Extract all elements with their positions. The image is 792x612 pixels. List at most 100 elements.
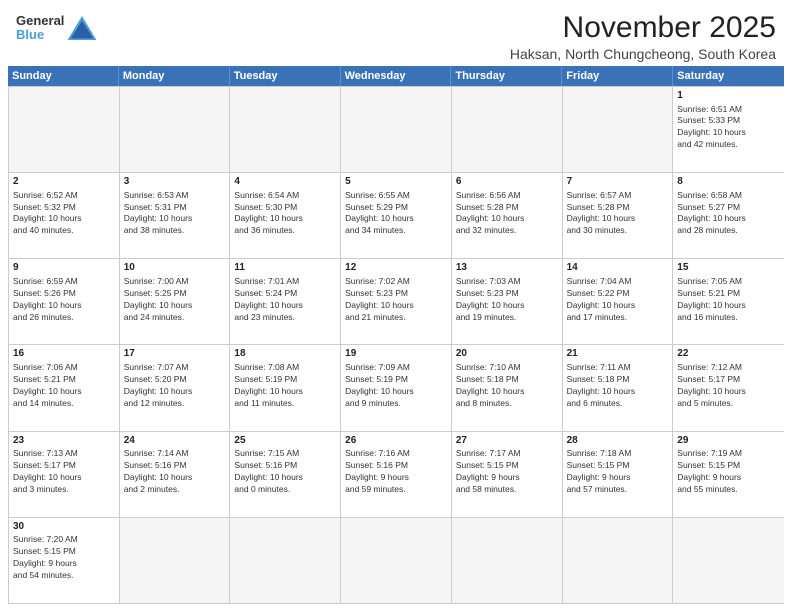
- day-info: Sunrise: 6:58 AM Sunset: 5:27 PM Dayligh…: [677, 190, 780, 238]
- calendar-row: 16Sunrise: 7:06 AM Sunset: 5:21 PM Dayli…: [9, 344, 784, 430]
- calendar-cell: 13Sunrise: 7:03 AM Sunset: 5:23 PM Dayli…: [452, 259, 563, 344]
- day-number: 15: [677, 261, 780, 275]
- day-number: 18: [234, 347, 336, 361]
- day-number: 29: [677, 434, 780, 448]
- day-info: Sunrise: 6:52 AM Sunset: 5:32 PM Dayligh…: [13, 190, 115, 238]
- day-info: Sunrise: 7:17 AM Sunset: 5:15 PM Dayligh…: [456, 448, 558, 496]
- day-info: Sunrise: 7:19 AM Sunset: 5:15 PM Dayligh…: [677, 448, 780, 496]
- day-number: 23: [13, 434, 115, 448]
- day-info: Sunrise: 7:13 AM Sunset: 5:17 PM Dayligh…: [13, 448, 115, 496]
- weekday-header-sunday: Sunday: [8, 66, 119, 86]
- calendar-row: 30Sunrise: 7:20 AM Sunset: 5:15 PM Dayli…: [9, 517, 784, 603]
- calendar-cell: 10Sunrise: 7:00 AM Sunset: 5:25 PM Dayli…: [120, 259, 231, 344]
- day-info: Sunrise: 7:01 AM Sunset: 5:24 PM Dayligh…: [234, 276, 336, 324]
- calendar-cell: [9, 87, 120, 172]
- calendar-row: 1Sunrise: 6:51 AM Sunset: 5:33 PM Daylig…: [9, 86, 784, 172]
- day-number: 9: [13, 261, 115, 275]
- calendar-cell: 20Sunrise: 7:10 AM Sunset: 5:18 PM Dayli…: [452, 345, 563, 430]
- calendar-cell: 4Sunrise: 6:54 AM Sunset: 5:30 PM Daylig…: [230, 173, 341, 258]
- day-info: Sunrise: 7:18 AM Sunset: 5:15 PM Dayligh…: [567, 448, 669, 496]
- day-info: Sunrise: 6:51 AM Sunset: 5:33 PM Dayligh…: [677, 104, 780, 152]
- day-info: Sunrise: 7:09 AM Sunset: 5:19 PM Dayligh…: [345, 362, 447, 410]
- calendar-cell: [341, 518, 452, 603]
- day-info: Sunrise: 7:14 AM Sunset: 5:16 PM Dayligh…: [124, 448, 226, 496]
- day-number: 25: [234, 434, 336, 448]
- calendar-cell: 25Sunrise: 7:15 AM Sunset: 5:16 PM Dayli…: [230, 432, 341, 517]
- day-number: 26: [345, 434, 447, 448]
- calendar-cell: 17Sunrise: 7:07 AM Sunset: 5:20 PM Dayli…: [120, 345, 231, 430]
- calendar-cell: 23Sunrise: 7:13 AM Sunset: 5:17 PM Dayli…: [9, 432, 120, 517]
- calendar-cell: [452, 518, 563, 603]
- day-info: Sunrise: 7:05 AM Sunset: 5:21 PM Dayligh…: [677, 276, 780, 324]
- day-number: 24: [124, 434, 226, 448]
- calendar-row: 2Sunrise: 6:52 AM Sunset: 5:32 PM Daylig…: [9, 172, 784, 258]
- day-number: 7: [567, 175, 669, 189]
- calendar-cell: [230, 518, 341, 603]
- calendar-cell: 11Sunrise: 7:01 AM Sunset: 5:24 PM Dayli…: [230, 259, 341, 344]
- day-number: 6: [456, 175, 558, 189]
- main-title: November 2025: [510, 10, 776, 46]
- calendar-cell: 5Sunrise: 6:55 AM Sunset: 5:29 PM Daylig…: [341, 173, 452, 258]
- header: General Blue November 2025 Haksan, North…: [0, 0, 792, 66]
- sub-title: Haksan, North Chungcheong, South Korea: [510, 46, 776, 62]
- weekday-header-thursday: Thursday: [451, 66, 562, 86]
- day-number: 1: [677, 89, 780, 103]
- calendar-cell: [230, 87, 341, 172]
- calendar-cell: 22Sunrise: 7:12 AM Sunset: 5:17 PM Dayli…: [673, 345, 784, 430]
- weekday-header-wednesday: Wednesday: [341, 66, 452, 86]
- day-number: 27: [456, 434, 558, 448]
- calendar-cell: 2Sunrise: 6:52 AM Sunset: 5:32 PM Daylig…: [9, 173, 120, 258]
- day-info: Sunrise: 7:07 AM Sunset: 5:20 PM Dayligh…: [124, 362, 226, 410]
- day-info: Sunrise: 7:12 AM Sunset: 5:17 PM Dayligh…: [677, 362, 780, 410]
- day-info: Sunrise: 7:10 AM Sunset: 5:18 PM Dayligh…: [456, 362, 558, 410]
- day-number: 2: [13, 175, 115, 189]
- calendar-cell: 12Sunrise: 7:02 AM Sunset: 5:23 PM Dayli…: [341, 259, 452, 344]
- calendar-cell: 15Sunrise: 7:05 AM Sunset: 5:21 PM Dayli…: [673, 259, 784, 344]
- day-info: Sunrise: 6:55 AM Sunset: 5:29 PM Dayligh…: [345, 190, 447, 238]
- calendar-cell: [120, 87, 231, 172]
- day-number: 5: [345, 175, 447, 189]
- day-info: Sunrise: 7:15 AM Sunset: 5:16 PM Dayligh…: [234, 448, 336, 496]
- calendar-cell: [673, 518, 784, 603]
- day-number: 4: [234, 175, 336, 189]
- calendar-cell: 1Sunrise: 6:51 AM Sunset: 5:33 PM Daylig…: [673, 87, 784, 172]
- day-info: Sunrise: 7:08 AM Sunset: 5:19 PM Dayligh…: [234, 362, 336, 410]
- day-info: Sunrise: 7:16 AM Sunset: 5:16 PM Dayligh…: [345, 448, 447, 496]
- day-info: Sunrise: 7:00 AM Sunset: 5:25 PM Dayligh…: [124, 276, 226, 324]
- calendar-row: 9Sunrise: 6:59 AM Sunset: 5:26 PM Daylig…: [9, 258, 784, 344]
- calendar-cell: [341, 87, 452, 172]
- calendar-cell: 29Sunrise: 7:19 AM Sunset: 5:15 PM Dayli…: [673, 432, 784, 517]
- day-number: 11: [234, 261, 336, 275]
- day-info: Sunrise: 6:54 AM Sunset: 5:30 PM Dayligh…: [234, 190, 336, 238]
- calendar-cell: 8Sunrise: 6:58 AM Sunset: 5:27 PM Daylig…: [673, 173, 784, 258]
- day-info: Sunrise: 7:04 AM Sunset: 5:22 PM Dayligh…: [567, 276, 669, 324]
- calendar: SundayMondayTuesdayWednesdayThursdayFrid…: [0, 66, 792, 612]
- day-number: 30: [13, 520, 115, 534]
- logo-icon: [66, 14, 98, 42]
- day-number: 8: [677, 175, 780, 189]
- calendar-cell: [563, 87, 674, 172]
- calendar-cell: 18Sunrise: 7:08 AM Sunset: 5:19 PM Dayli…: [230, 345, 341, 430]
- day-number: 21: [567, 347, 669, 361]
- day-number: 20: [456, 347, 558, 361]
- day-info: Sunrise: 7:11 AM Sunset: 5:18 PM Dayligh…: [567, 362, 669, 410]
- calendar-cell: [563, 518, 674, 603]
- title-block: November 2025 Haksan, North Chungcheong,…: [510, 10, 776, 62]
- day-number: 22: [677, 347, 780, 361]
- day-info: Sunrise: 7:20 AM Sunset: 5:15 PM Dayligh…: [13, 534, 115, 582]
- calendar-cell: 7Sunrise: 6:57 AM Sunset: 5:28 PM Daylig…: [563, 173, 674, 258]
- day-info: Sunrise: 7:06 AM Sunset: 5:21 PM Dayligh…: [13, 362, 115, 410]
- weekday-header-tuesday: Tuesday: [230, 66, 341, 86]
- day-number: 3: [124, 175, 226, 189]
- day-number: 28: [567, 434, 669, 448]
- day-info: Sunrise: 6:59 AM Sunset: 5:26 PM Dayligh…: [13, 276, 115, 324]
- day-number: 16: [13, 347, 115, 361]
- day-info: Sunrise: 6:56 AM Sunset: 5:28 PM Dayligh…: [456, 190, 558, 238]
- calendar-body: 1Sunrise: 6:51 AM Sunset: 5:33 PM Daylig…: [8, 86, 784, 604]
- calendar-cell: 3Sunrise: 6:53 AM Sunset: 5:31 PM Daylig…: [120, 173, 231, 258]
- day-number: 14: [567, 261, 669, 275]
- day-number: 19: [345, 347, 447, 361]
- logo: General Blue: [16, 14, 98, 43]
- day-info: Sunrise: 6:57 AM Sunset: 5:28 PM Dayligh…: [567, 190, 669, 238]
- weekday-header-monday: Monday: [119, 66, 230, 86]
